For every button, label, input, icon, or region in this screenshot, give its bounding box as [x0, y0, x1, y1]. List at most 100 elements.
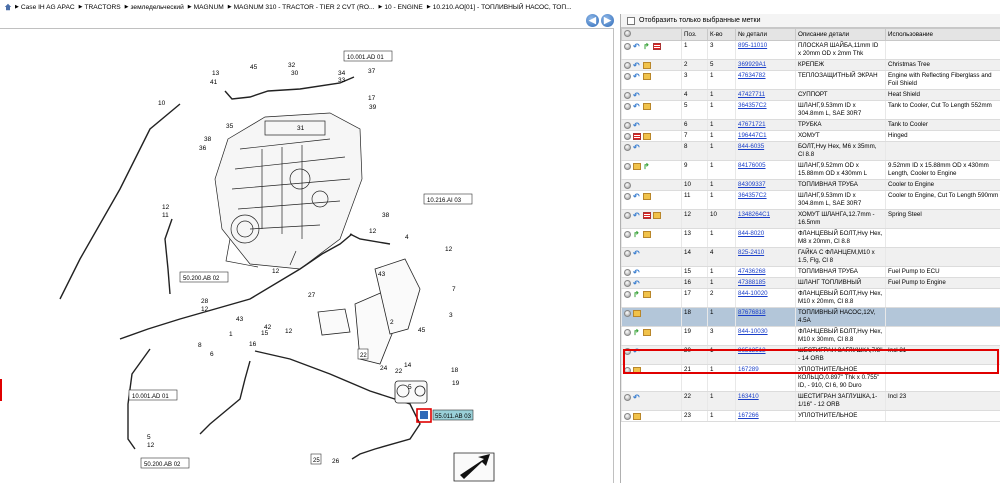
grey-icon[interactable]: [624, 367, 631, 374]
grey-icon[interactable]: [624, 92, 631, 99]
table-row[interactable]: ↶ 4 1 47427711 СУППОРТ Heat Shield: [621, 89, 1000, 101]
blue-icon[interactable]: ↶: [633, 122, 641, 130]
part-number-link[interactable]: 844-6035: [738, 143, 764, 150]
grey-icon[interactable]: [624, 394, 631, 401]
forward-button[interactable]: ▶: [601, 14, 614, 27]
box-icon[interactable]: [633, 367, 641, 374]
grey-icon[interactable]: [624, 103, 631, 110]
box-icon[interactable]: [633, 163, 641, 170]
list-icon[interactable]: [643, 212, 651, 219]
part-number-link[interactable]: 844-10030: [738, 328, 768, 335]
blue-icon[interactable]: ↶: [633, 144, 641, 152]
blue-icon[interactable]: ↶: [633, 193, 641, 201]
grey-icon[interactable]: [624, 163, 631, 170]
table-row[interactable]: ↶ 16 1 47388185 ШЛАНГ ТОПЛИВНЫЙ Fuel Pump to …: [621, 277, 1000, 289]
table-row[interactable]: ↶ 5 1 364357C2 ШЛАНГ,9.53mm ID x 304.8mm L, …: [621, 100, 1000, 120]
show-selected-checkbox[interactable]: [627, 16, 635, 25]
box-icon[interactable]: [643, 231, 651, 238]
green-icon[interactable]: ↱: [633, 231, 641, 239]
table-row[interactable]: ↱ 19 3 844-10030 ФЛАНЦЕВЫЙ БОЛТ,Hvy Hex, M10…: [621, 326, 1000, 346]
grey-icon[interactable]: [624, 231, 631, 238]
part-number-link[interactable]: 825-2410: [738, 249, 764, 256]
blue-icon[interactable]: ↶: [633, 250, 641, 258]
part-number-link[interactable]: 196447C1: [738, 132, 767, 139]
table-row[interactable]: ↶ 14 4 825-2410 ГАЙКА С ФЛАНЦЕМ,M10 x 1.5, F…: [621, 247, 1000, 267]
list-icon[interactable]: [653, 43, 661, 50]
part-number-link[interactable]: 1348264C1: [738, 211, 770, 218]
table-row[interactable]: ↶ 22 1 163410 ШЕСТИГРАН ЗАГЛУШКА,1-1/16" - 1…: [621, 391, 1000, 411]
table-row[interactable]: ↶ 6 1 47671721 ТРУБКА Tank to Cooler: [621, 119, 1000, 131]
parts-diagram[interactable]: 13 41 45 32 30 34 33 37 17 39 10 38 36 35 31 12 11 3…: [0, 28, 614, 483]
home-icon[interactable]: [4, 3, 12, 11]
blue-icon[interactable]: ↶: [633, 394, 641, 402]
grey-icon[interactable]: [624, 212, 631, 219]
part-number-link[interactable]: 84176005: [738, 162, 766, 169]
grey-icon[interactable]: [624, 269, 631, 276]
grey-icon[interactable]: [624, 310, 631, 317]
blue-icon[interactable]: ↶: [633, 269, 641, 277]
box-icon[interactable]: [633, 413, 641, 420]
box-icon[interactable]: [643, 133, 651, 140]
table-row[interactable]: ↱ 17 2 844-10020 ФЛАНЦЕВЫЙ БОЛТ,Hvy Hex, M10…: [621, 288, 1000, 308]
part-number-link[interactable]: 844-10020: [738, 290, 768, 297]
table-row[interactable]: 18 1 87676818 ТОПЛИВНЫЙ НАСОС,12V, 4.5A: [621, 307, 1000, 327]
part-number-link[interactable]: 364357C2: [738, 102, 767, 109]
box-icon[interactable]: [643, 291, 651, 298]
blue-icon[interactable]: ↶: [633, 73, 641, 81]
green-icon[interactable]: ↱: [633, 329, 641, 337]
part-number-link[interactable]: 364357C2: [738, 192, 767, 199]
part-number-link[interactable]: 84309337: [738, 181, 766, 188]
blue-icon[interactable]: ↶: [633, 348, 641, 356]
table-row[interactable]: 7 1 196447C1 ХОМУТ Hinged: [621, 130, 1000, 142]
grey-icon[interactable]: [624, 144, 631, 151]
table-row[interactable]: ↶ 11 1 364357C2 ШЛАНГ,9.53mm ID x 304.8mm L,…: [621, 190, 1000, 210]
breadcrumb-item-7[interactable]: ▶ 10.210.AO[01] - ТОПЛИВНЫЙ НАСОС, ТОП...: [427, 4, 572, 11]
blue-icon[interactable]: ↶: [633, 62, 641, 70]
grey-icon[interactable]: [624, 280, 631, 287]
breadcrumb-item-2[interactable]: ▶ TRACTORS: [79, 4, 121, 11]
box-icon[interactable]: [643, 103, 651, 110]
list-icon[interactable]: [633, 133, 641, 140]
breadcrumb-item-4[interactable]: ▶ MAGNUM: [188, 4, 224, 11]
breadcrumb-item-5[interactable]: ▶ MAGNUM 310 - TRACTOR - TIER 2 CVT (RO..…: [228, 4, 375, 11]
breadcrumb-item-6[interactable]: ▶ 10 - ENGINE: [379, 4, 423, 11]
part-number-link[interactable]: 86512512: [738, 347, 766, 354]
part-number-link[interactable]: 167266: [738, 412, 759, 419]
box-icon[interactable]: [643, 73, 651, 80]
box-icon[interactable]: [643, 329, 651, 336]
part-number-link[interactable]: 369929A1: [738, 61, 766, 68]
grey-icon[interactable]: [624, 73, 631, 80]
breadcrumb-item-3[interactable]: ▶ земледельческий: [125, 4, 184, 11]
table-row[interactable]: ↶ 3 1 47634782 ТЕПЛОЗАЩИТНЫЙ ЭКРАН Engine wit…: [621, 70, 1000, 90]
table-row[interactable]: ↱ 13 1 844-8020 ФЛАНЦЕВЫЙ БОЛТ,Hvy Hex, M8 x…: [621, 228, 1000, 248]
table-row[interactable]: ↶ 12 10 1348264C1 ХОМУТ ШЛАНГА,12.7mm - 16.5…: [621, 209, 1000, 229]
grey-icon[interactable]: [624, 291, 631, 298]
part-number-link[interactable]: 47671721: [738, 121, 766, 128]
grey-icon[interactable]: [624, 43, 631, 50]
blue-icon[interactable]: ↶: [633, 212, 641, 220]
table-row[interactable]: ↶ 8 1 844-6035 БОЛТ,Hvy Hex, M6 x 35mm, Cl 8…: [621, 141, 1000, 161]
back-button[interactable]: ◀: [586, 14, 599, 27]
blue-icon[interactable]: ↶: [633, 92, 641, 100]
part-number-link[interactable]: 844-8020: [738, 230, 764, 237]
table-row[interactable]: ↶ 15 1 47436268 ТОПЛИВНАЯ ТРУБА Fuel Pump to …: [621, 266, 1000, 278]
grey-icon[interactable]: [624, 193, 631, 200]
part-number-link[interactable]: 167289: [738, 366, 759, 373]
grey-icon[interactable]: [624, 122, 631, 129]
table-row[interactable]: ↶ 2 5 369929A1 КРЕПЕЖ Christmas Tree: [621, 59, 1000, 71]
table-row[interactable]: ↱ 9 1 84176005 ШЛАНГ,9.52mm OD x 15.88mm OD …: [621, 160, 1000, 180]
table-row[interactable]: 23 1 167266 УПЛОТНИТЕЛЬНОЕ: [621, 410, 1000, 422]
blue-icon[interactable]: ↶: [633, 103, 641, 111]
part-number-link[interactable]: 163410: [738, 393, 759, 400]
grey-icon[interactable]: [624, 250, 631, 257]
green-icon[interactable]: ↱: [643, 163, 651, 171]
grey-icon[interactable]: [624, 413, 631, 420]
breadcrumb-item-1[interactable]: ▶ Case IH AG APAC: [15, 4, 75, 11]
green-icon[interactable]: ↱: [633, 291, 641, 299]
table-row[interactable]: 21 1 167289 УПЛОТНИТЕЛЬНОЕ КОЛЬЦО,0.897" Th…: [621, 364, 1000, 392]
green-icon[interactable]: ↱: [643, 43, 651, 51]
box-icon[interactable]: [643, 193, 651, 200]
part-number-link[interactable]: 87676818: [738, 309, 766, 316]
blue-icon[interactable]: ↶: [633, 43, 641, 51]
grey-icon[interactable]: [624, 182, 631, 189]
